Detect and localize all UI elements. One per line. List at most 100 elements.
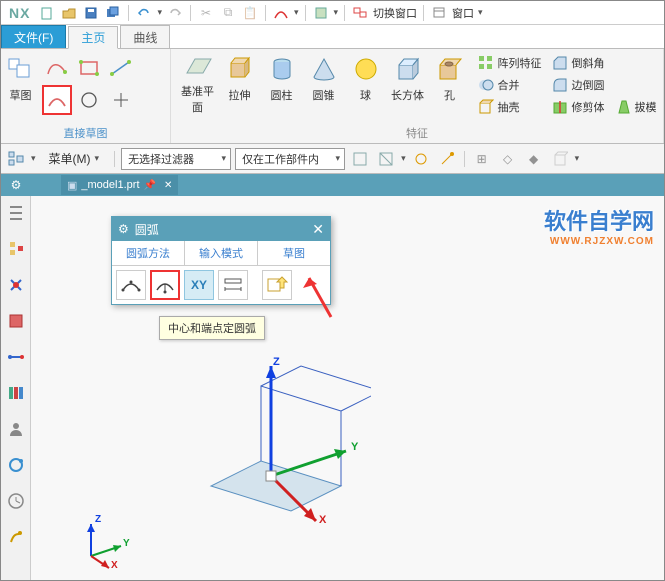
orientation-triad[interactable]: Z Y X bbox=[71, 516, 131, 574]
edge-blend-icon bbox=[552, 77, 568, 93]
feature-group-label: 特征 bbox=[406, 123, 428, 141]
unite-icon bbox=[478, 77, 494, 93]
tab-curve[interactable]: 曲线 bbox=[120, 25, 170, 48]
render-icon[interactable] bbox=[312, 4, 330, 22]
tab-file[interactable]: 文件(F) bbox=[1, 25, 66, 48]
snap-3-icon[interactable]: ◆ bbox=[523, 148, 545, 170]
extrude-button[interactable]: 拉伸 bbox=[220, 53, 260, 113]
cut-icon[interactable]: ✂ bbox=[197, 4, 215, 22]
document-tab-icon: ▣ bbox=[67, 179, 77, 192]
reuse-library-icon[interactable] bbox=[5, 310, 27, 332]
switch-window-icon[interactable] bbox=[351, 4, 369, 22]
web-browser-icon[interactable] bbox=[5, 454, 27, 476]
chamfer-button[interactable]: 倒斜角 bbox=[552, 53, 657, 73]
arc-center-ends-icon[interactable] bbox=[150, 270, 180, 300]
system-icon[interactable] bbox=[5, 526, 27, 548]
create-sketch-icon[interactable] bbox=[262, 270, 292, 300]
pin-icon[interactable]: 📌 bbox=[144, 180, 156, 191]
save-icon[interactable] bbox=[82, 4, 100, 22]
sel-tool-dd[interactable]: ▾ bbox=[401, 153, 406, 164]
sk-rectangle-icon[interactable] bbox=[74, 53, 104, 83]
dialog-tab-input[interactable]: 输入模式 bbox=[185, 241, 258, 265]
curve-arc-icon[interactable] bbox=[272, 4, 290, 22]
edge-blend-button[interactable]: 边倒圆 bbox=[552, 75, 657, 95]
new-icon[interactable] bbox=[38, 4, 56, 22]
block-button[interactable]: 长方体 bbox=[388, 53, 428, 113]
window-menu-dropdown-icon[interactable]: ▾ bbox=[478, 7, 483, 18]
draft-button[interactable]: 拔模 bbox=[615, 99, 657, 115]
sphere-button[interactable]: 球 bbox=[346, 53, 386, 113]
switch-window-label[interactable]: 切换窗口 bbox=[373, 5, 417, 21]
chamfer-icon bbox=[552, 55, 568, 71]
dialog-gear-icon[interactable]: ⚙ bbox=[118, 222, 129, 236]
trim-body-icon bbox=[552, 99, 568, 115]
roles-icon[interactable] bbox=[5, 418, 27, 440]
sel-tool-2-icon[interactable] bbox=[375, 148, 397, 170]
selection-scope-combo[interactable]: 仅在工作部件内 bbox=[235, 148, 345, 170]
clock-icon[interactable] bbox=[5, 490, 27, 512]
sel-tool-1-icon[interactable] bbox=[349, 148, 371, 170]
arc-3pt-icon[interactable] bbox=[116, 270, 146, 300]
assembly-navigator-icon[interactable] bbox=[5, 238, 27, 260]
sel-tool-3-icon[interactable] bbox=[410, 148, 432, 170]
constraint-navigator-icon[interactable] bbox=[5, 274, 27, 296]
sk-freehand-icon[interactable] bbox=[42, 53, 72, 83]
undo-icon[interactable] bbox=[135, 4, 153, 22]
open-icon[interactable] bbox=[60, 4, 78, 22]
save-all-icon[interactable] bbox=[104, 4, 122, 22]
sk-arc-highlighted-icon[interactable] bbox=[42, 85, 72, 115]
redo-icon[interactable] bbox=[166, 4, 184, 22]
render-dropdown-icon[interactable]: ▾ bbox=[334, 7, 339, 18]
part-navigator-icon[interactable] bbox=[5, 202, 27, 224]
sketch-label: 草图 bbox=[10, 87, 32, 103]
edge-blend-label: 边倒圆 bbox=[572, 77, 605, 93]
document-close-icon[interactable]: ✕ bbox=[164, 180, 172, 191]
paste-icon[interactable]: 📋 bbox=[241, 4, 259, 22]
sk-more-1[interactable] bbox=[138, 53, 168, 83]
selection-filter-value: 无选择过滤器 bbox=[128, 151, 194, 167]
tab-home[interactable]: 主页 bbox=[68, 26, 118, 49]
dialog-close-icon[interactable]: ✕ bbox=[312, 221, 324, 238]
copy-icon[interactable]: ⧉ bbox=[219, 4, 237, 22]
viewport-triad[interactable]: Z Y X bbox=[171, 326, 371, 526]
selection-filter-combo[interactable]: 无选择过滤器 bbox=[121, 148, 231, 170]
unite-button[interactable]: 合并 bbox=[478, 75, 542, 95]
sk-more-2[interactable] bbox=[138, 85, 168, 115]
hd3d-icon[interactable] bbox=[5, 346, 27, 368]
document-tab[interactable]: ▣ _model1.prt 📌 ✕ bbox=[61, 175, 178, 195]
shell-label: 抽壳 bbox=[498, 99, 520, 115]
sk-point-icon[interactable] bbox=[106, 85, 136, 115]
watermark: 软件自学网 WWW.RJZXW.COM bbox=[544, 204, 654, 247]
snap-2-icon[interactable]: ◇ bbox=[497, 148, 519, 170]
snap-4-icon[interactable] bbox=[549, 148, 571, 170]
dialog-tab-sketch[interactable]: 草图 bbox=[258, 241, 330, 265]
menu-button[interactable]: 菜单(M) ▾ bbox=[40, 148, 109, 170]
snap-1-icon[interactable]: ⊞ bbox=[471, 148, 493, 170]
history-icon[interactable] bbox=[5, 382, 27, 404]
xy-label: XY bbox=[191, 278, 207, 292]
sel-tool-4-icon[interactable] bbox=[436, 148, 458, 170]
undo-dropdown-icon[interactable]: ▾ bbox=[157, 7, 162, 18]
datum-plane-button[interactable]: 基准平面 bbox=[178, 53, 218, 113]
trim-body-button[interactable]: 修剪体 bbox=[552, 99, 605, 115]
sk-circle-icon[interactable] bbox=[74, 85, 104, 115]
trim-body-label: 修剪体 bbox=[572, 99, 605, 115]
snap-dd[interactable]: ▾ bbox=[575, 153, 580, 164]
hole-button[interactable]: 孔 bbox=[430, 53, 470, 113]
sk-line-icon[interactable] bbox=[106, 53, 136, 83]
param-input-icon[interactable] bbox=[218, 270, 248, 300]
dialog-tab-method[interactable]: 圆弧方法 bbox=[112, 241, 185, 265]
xy-input-icon[interactable]: XY bbox=[184, 270, 214, 300]
pattern-feature-button[interactable]: 阵列特征 bbox=[478, 53, 542, 73]
assembly-nav-dropdown[interactable]: ▾ bbox=[31, 153, 36, 164]
resource-bar-gear-icon[interactable]: ⚙ bbox=[11, 178, 22, 192]
axis-x-label: X bbox=[319, 514, 326, 526]
window-menu-icon[interactable] bbox=[430, 4, 448, 22]
shell-button[interactable]: 抽壳 bbox=[478, 97, 542, 117]
window-menu-label[interactable]: 窗口 bbox=[452, 5, 474, 21]
sketch-button[interactable]: 草图 bbox=[4, 53, 38, 113]
curve-dropdown-icon[interactable]: ▾ bbox=[294, 7, 299, 18]
assembly-nav-icon[interactable] bbox=[5, 148, 27, 170]
cone-button[interactable]: 圆锥 bbox=[304, 53, 344, 113]
cylinder-button[interactable]: 圆柱 bbox=[262, 53, 302, 113]
